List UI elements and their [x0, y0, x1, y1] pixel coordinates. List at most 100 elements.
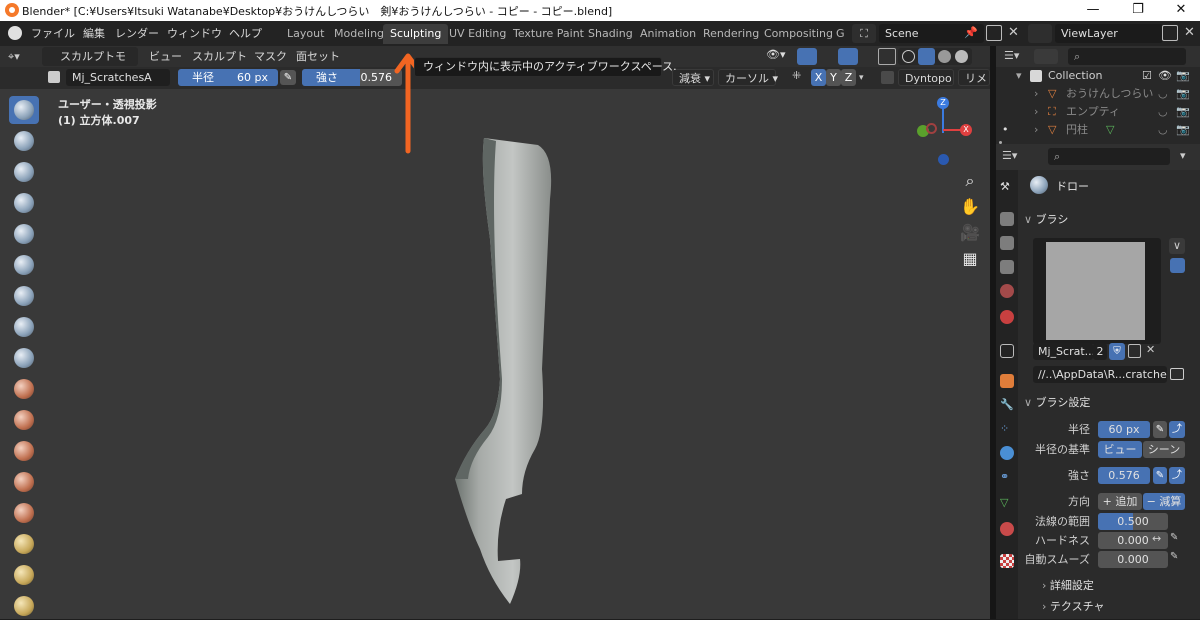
wireframe-shading-icon[interactable]	[902, 50, 915, 63]
zoom-icon[interactable]: ⌕	[958, 169, 982, 193]
tab-animation[interactable]: Animation	[633, 24, 703, 44]
modifier-tab-icon[interactable]: 🔧	[1000, 398, 1014, 412]
brush-name-field[interactable]: Mj_ScratchesA	[66, 69, 170, 86]
autosmooth-pressure-icon[interactable]: ✎	[1170, 551, 1178, 562]
tool-blob[interactable]	[9, 313, 39, 341]
gizmo-toggle-icon[interactable]	[797, 48, 817, 65]
visibility-icon[interactable]: 👁▾	[766, 48, 792, 65]
outliner-row[interactable]: › ▽ おうけんしつらい ◡ 📷	[996, 85, 1200, 103]
prop-strength-pressure-icon[interactable]: ✎	[1153, 467, 1167, 484]
prop-radius-curve-icon[interactable]: ⤴	[1169, 421, 1185, 438]
texture-tab-icon[interactable]	[1000, 554, 1014, 568]
outliner-row[interactable]: • › ▽ 円柱 ▽ ◡ 📷	[996, 121, 1200, 139]
tool-grab[interactable]	[9, 561, 39, 589]
tool-elastic-deform[interactable]	[9, 592, 39, 620]
brush-color-swatch[interactable]	[48, 71, 60, 83]
tool-clay[interactable]	[9, 158, 39, 186]
dyntopo-checkbox[interactable]	[881, 71, 894, 84]
menu-mask[interactable]: マスク	[254, 47, 287, 66]
tool-clay-strips[interactable]	[9, 189, 39, 217]
radius-slider[interactable]: 半径 60 px	[178, 69, 278, 86]
camera-view-icon[interactable]: 🎥	[958, 221, 982, 245]
collection-checkbox-icon[interactable]: ☑	[1142, 67, 1152, 85]
tool-layer[interactable]	[9, 251, 39, 279]
symmetry-options-icon[interactable]: ▾	[859, 73, 864, 83]
symmetry-z-toggle[interactable]: Z	[841, 69, 856, 86]
brush-users-count[interactable]: 2	[1093, 343, 1107, 360]
prop-strength-field[interactable]: 0.576	[1098, 467, 1150, 484]
tab-layout[interactable]: Layout	[280, 24, 331, 44]
data-tab-icon[interactable]: ▽	[1000, 496, 1014, 510]
tool-smooth[interactable]	[9, 375, 39, 403]
properties-search-input[interactable]: ⌕	[1048, 148, 1170, 165]
brush-section-header[interactable]: ∨ ブラシ	[1024, 210, 1194, 230]
output-tab-icon[interactable]	[1000, 236, 1014, 250]
advanced-section-header[interactable]: › 詳細設定	[1042, 576, 1200, 596]
world-tab-icon[interactable]	[1000, 310, 1014, 324]
texture-path-field[interactable]: //..\AppData\R...cratchesA.JPG	[1033, 366, 1167, 383]
folder-icon[interactable]	[1170, 368, 1184, 380]
tab-uv-editing[interactable]: UV Editing	[442, 24, 513, 44]
maximize-button[interactable]: ❐	[1123, 1, 1153, 19]
outliner-row[interactable]: › ⛶ エンプティ ◡ 📷	[996, 103, 1200, 121]
menu-file[interactable]: ファイル	[24, 25, 82, 42]
outliner-search-input[interactable]: ⌕	[1068, 48, 1186, 65]
menu-render[interactable]: レンダー	[108, 25, 166, 42]
mode-selector[interactable]: スカルプトモ	[42, 47, 138, 66]
dyntopo-dropdown[interactable]: Dyntopo	[898, 69, 954, 86]
prop-radius-pressure-icon[interactable]: ✎	[1153, 421, 1167, 438]
view-layer-tab-icon[interactable]	[1000, 260, 1014, 274]
tool-tab-icon[interactable]: ⚒	[1000, 180, 1014, 194]
hardness-pressure-icon[interactable]: ✎	[1170, 532, 1178, 543]
3d-viewport[interactable]: ユーザー・透視投影 (1) 立方体.007 Z X ⌕ ✋ 🎥 ▦	[0, 53, 990, 619]
radius-pressure-icon[interactable]: ✎	[280, 70, 296, 85]
sculpt-mesh[interactable]	[440, 129, 570, 609]
overlay-toggle-icon[interactable]	[838, 48, 858, 65]
prop-radius-field[interactable]: 60 px	[1098, 421, 1150, 438]
pan-hand-icon[interactable]: ✋	[958, 195, 982, 219]
pin-icon[interactable]: 📌	[964, 26, 978, 39]
editor-type-icon[interactable]: ⌖▾	[8, 47, 36, 66]
brush-settings-section-header[interactable]: ∨ ブラシ設定	[1024, 393, 1194, 413]
rendered-shading-icon[interactable]	[955, 50, 968, 63]
blender-menu-icon[interactable]	[8, 26, 22, 40]
collection-camera-icon[interactable]: 📷	[1176, 67, 1190, 85]
new-scene-icon[interactable]	[986, 25, 1002, 41]
tool-pinch[interactable]	[9, 530, 39, 558]
collection-tab-icon[interactable]	[1000, 344, 1014, 358]
tool-inflate[interactable]	[9, 282, 39, 310]
tool-fill[interactable]	[9, 437, 39, 465]
delete-scene-icon[interactable]: ✕	[1008, 25, 1019, 40]
menu-window[interactable]: ウィンドウ	[160, 25, 229, 42]
prop-strength-curve-icon[interactable]: ⤴	[1169, 467, 1185, 484]
direction-subtract-button[interactable]: − 減算	[1143, 493, 1185, 510]
duplicate-brush-icon[interactable]	[1128, 344, 1141, 358]
fake-user-shield-icon[interactable]: ⛨	[1109, 343, 1125, 360]
symmetry-x-toggle[interactable]: X	[811, 69, 826, 86]
tab-modeling[interactable]: Modeling	[327, 24, 391, 44]
texture-section-header[interactable]: › テクスチャ	[1042, 597, 1200, 617]
normal-radius-slider[interactable]: 0.500	[1098, 513, 1168, 530]
collection-eye-icon[interactable]: 👁	[1158, 67, 1172, 85]
gizmo-neg-z-dot[interactable]	[938, 154, 949, 165]
strength-slider[interactable]: 強さ 0.576	[302, 69, 402, 86]
radius-unit-scene-button[interactable]: シーン	[1143, 441, 1185, 458]
tool-draw[interactable]	[9, 96, 39, 124]
navigation-gizmo[interactable]: Z X	[912, 93, 978, 173]
scene-tab-icon[interactable]	[1000, 284, 1014, 298]
material-tab-icon[interactable]	[1000, 522, 1014, 536]
area-divider[interactable]	[990, 46, 996, 619]
menu-edit[interactable]: 編集	[76, 25, 112, 42]
render-tab-icon[interactable]	[1000, 212, 1014, 226]
new-viewlayer-icon[interactable]	[1162, 25, 1178, 41]
falloff-dropdown[interactable]: 減衰 ▾	[672, 69, 714, 86]
tool-scrape[interactable]	[9, 468, 39, 496]
row-eye-icon[interactable]: ◡	[1158, 121, 1168, 139]
properties-editor-type-icon[interactable]: ☰▾	[1002, 149, 1028, 165]
brush-datablock-field[interactable]: Mj_Scrat...	[1033, 343, 1093, 360]
tab-sculpting[interactable]: Sculpting	[383, 24, 449, 44]
gizmo-x-label[interactable]: X	[960, 124, 972, 136]
row-camera-icon[interactable]: 📷	[1176, 85, 1190, 103]
radius-unit-view-button[interactable]: ビュー	[1098, 441, 1142, 458]
row-eye-icon[interactable]: ◡	[1158, 85, 1168, 103]
